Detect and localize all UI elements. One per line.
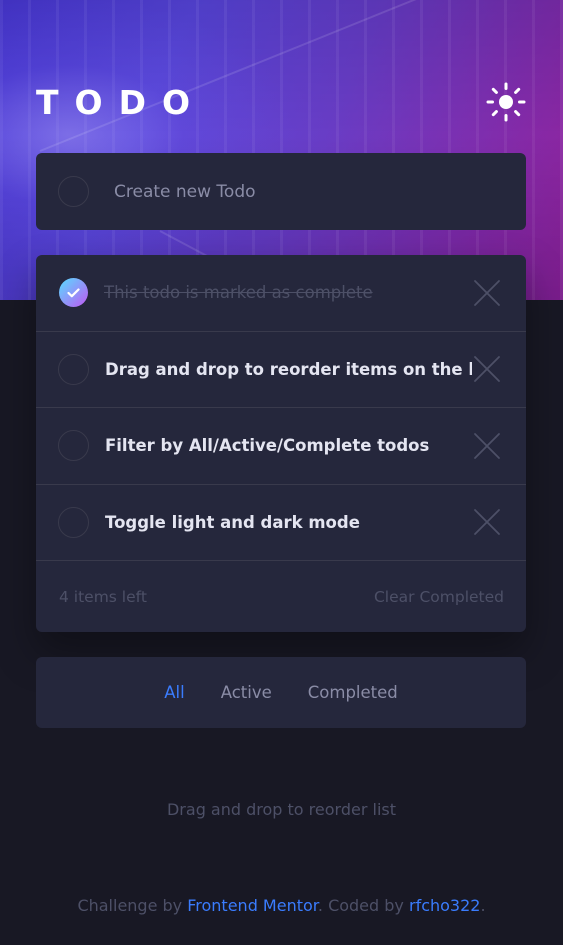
page-title: TODO	[36, 82, 207, 122]
delete-todo-button[interactable]	[472, 354, 502, 384]
todo-item[interactable]: Toggle light and dark mode	[36, 485, 526, 561]
todo-list-footer: 4 items left Clear Completed	[36, 561, 526, 632]
todo-item[interactable]: Drag and drop to reorder items on the li…	[36, 332, 526, 408]
sun-icon	[486, 82, 526, 122]
create-todo-input[interactable]	[114, 181, 526, 202]
todo-list: This todo is marked as complete Drag and…	[36, 255, 526, 632]
theme-toggle-button[interactable]	[486, 82, 526, 122]
filter-bar: All Active Completed	[36, 657, 526, 728]
todo-item-text: This todo is marked as complete	[104, 283, 373, 303]
todo-checkbox[interactable]	[58, 353, 89, 385]
clear-completed-button[interactable]: Clear Completed	[374, 588, 504, 606]
create-todo-checkbox[interactable]	[58, 176, 89, 207]
reorder-hint: Drag and drop to reorder list	[166, 800, 396, 819]
close-icon	[474, 279, 500, 306]
check-icon	[67, 288, 80, 298]
frontend-mentor-link[interactable]: Frontend Mentor	[187, 896, 318, 915]
close-icon	[474, 509, 500, 536]
header: TODO	[36, 80, 526, 124]
delete-todo-button[interactable]	[472, 431, 502, 461]
todo-item-text: Filter by All/Active/Complete todos	[105, 436, 430, 456]
todo-item-text: Toggle light and dark mode	[105, 512, 360, 532]
todo-item-completed[interactable]: This todo is marked as complete	[36, 255, 526, 332]
close-icon	[474, 432, 500, 459]
delete-todo-button[interactable]	[472, 507, 502, 537]
author-link[interactable]: rfcho322	[409, 896, 480, 915]
todo-item-text: Drag and drop to reorder items on the li…	[105, 359, 472, 379]
attribution: Challenge by Frontend Mentor. Coded by r…	[77, 896, 486, 915]
delete-todo-button[interactable]	[472, 278, 502, 308]
items-left-count: 4 items left	[59, 587, 147, 606]
filter-active-tab[interactable]: Active	[221, 683, 272, 702]
todo-checkbox-checked[interactable]	[59, 278, 88, 308]
todo-checkbox[interactable]	[58, 506, 89, 538]
create-todo-bar	[36, 153, 526, 230]
todo-checkbox[interactable]	[58, 430, 89, 462]
close-icon	[474, 356, 500, 383]
todo-item[interactable]: Filter by All/Active/Complete todos	[36, 408, 526, 485]
app-page: TODO Create new Todo This todo is marked…	[0, 0, 563, 945]
filter-all-tab[interactable]: All	[164, 683, 184, 702]
filter-completed-tab[interactable]: Completed	[308, 683, 398, 702]
